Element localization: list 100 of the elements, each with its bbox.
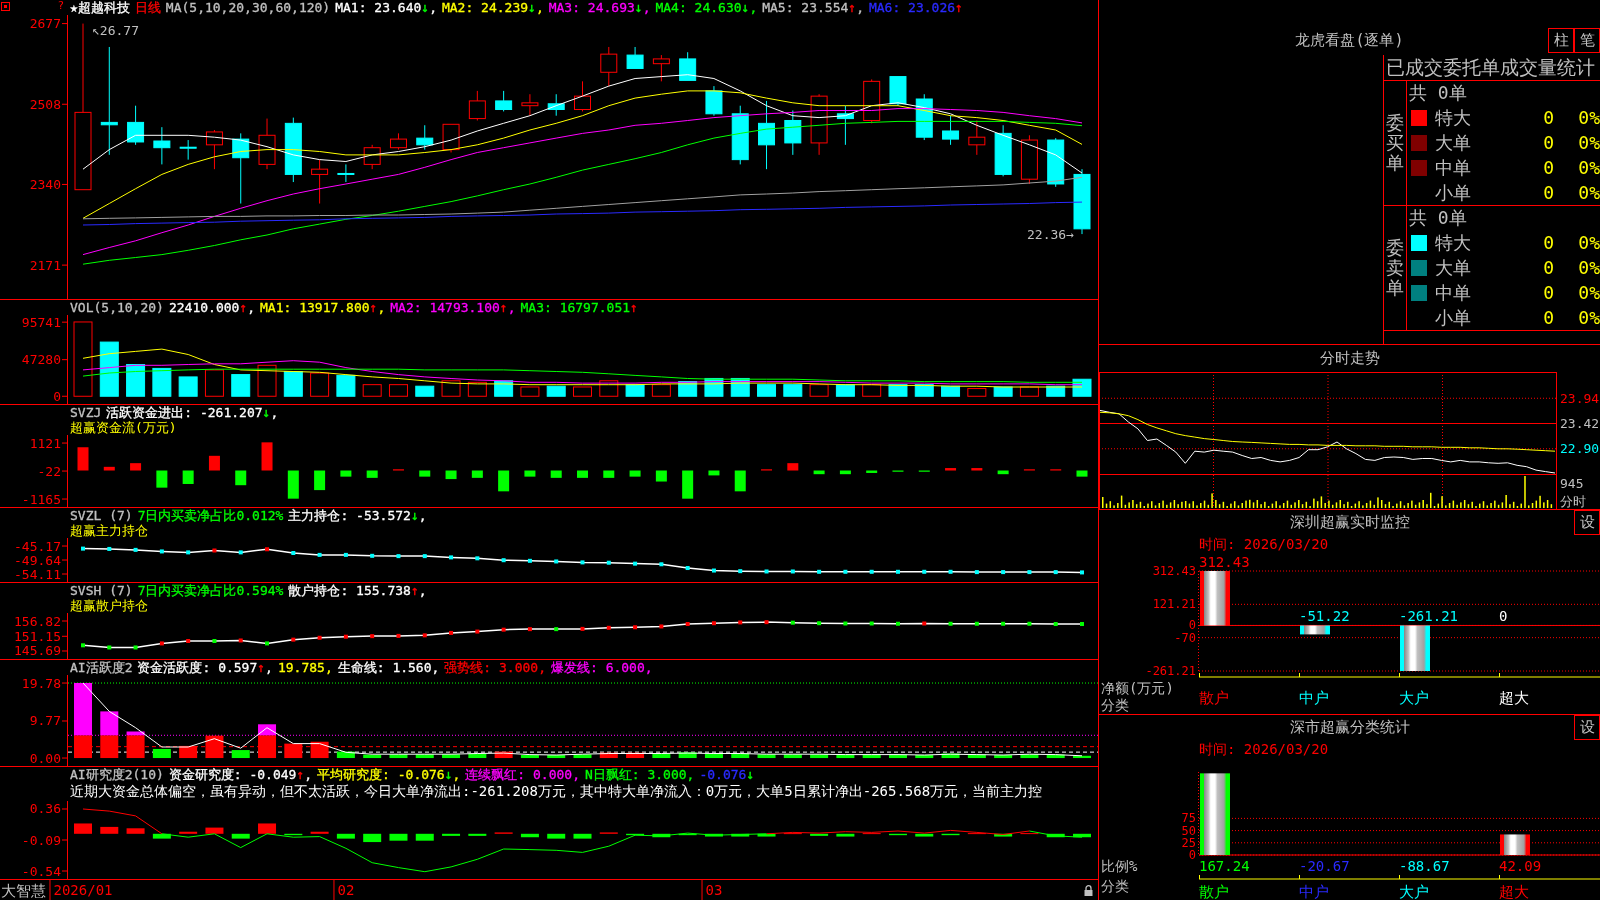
- axis-title: 比例%: [1101, 858, 1138, 874]
- indicator-label: -0.076↓: [699, 767, 755, 782]
- axis-tick-label: 156.82: [14, 613, 61, 629]
- indicator-label: 活跃资金进出: -261.207↓,: [106, 405, 279, 420]
- axis-tick-label: 312.43: [1152, 564, 1196, 578]
- axis-tick-label: 47280: [21, 352, 61, 368]
- axis-tick-label: 23.42: [1560, 416, 1600, 431]
- order-size-label: 中单: [1435, 155, 1471, 180]
- axis-tick-label: -0.09: [21, 832, 61, 848]
- axis-tick-label: -22: [37, 463, 61, 479]
- axis-tick-label: 0.36: [29, 801, 61, 817]
- axis-tick-label: -261.21: [1145, 664, 1196, 678]
- indicator-label: 22410.000↑,: [168, 300, 256, 315]
- indicator-label: MA3: 24.693↓,: [548, 0, 651, 15]
- date-label: 03: [705, 882, 723, 898]
- timestamp: 时间: 2026/03/20: [1199, 535, 1329, 553]
- order-size-label: 特大: [1435, 230, 1471, 255]
- axis-tick-label: -49.64: [14, 552, 61, 568]
- axis-title: 分类: [1101, 878, 1129, 894]
- category-label: 超大: [1499, 883, 1529, 899]
- axis-tick-label: -54.11: [14, 566, 61, 582]
- order-count: 0: [1543, 307, 1554, 328]
- category-label: 中户: [1299, 883, 1329, 899]
- timestamp: 时间: 2026/03/20: [1199, 740, 1329, 758]
- indicator-label: SVZJ: [70, 405, 102, 420]
- axis-tick-label: 19.78: [21, 675, 61, 691]
- volume-scale-label: 945: [1560, 476, 1584, 491]
- indicator-title: 超赢资金流(万元): [70, 420, 177, 435]
- indicator-label: 7日内买卖净占比0.012%: [137, 508, 284, 523]
- indicator-label: MA6: 23.026↑: [868, 0, 963, 15]
- axis-tick-label: 0: [1188, 848, 1196, 862]
- axis-tick-label: 145.69: [14, 643, 61, 659]
- axis-tick-label: 2171: [29, 257, 61, 273]
- axis-tick-label: 75: [1181, 811, 1196, 826]
- category-label: 中户: [1299, 689, 1329, 707]
- order-percent: 0%: [1578, 282, 1600, 303]
- value-label: -261.21: [1399, 608, 1458, 625]
- axis-tick-label: 0: [53, 388, 61, 404]
- value-label: 167.24: [1199, 858, 1250, 874]
- panel-title: 龙虎看盘(逐单): [1295, 31, 1404, 50]
- axis-tick-label: 151.15: [14, 628, 61, 644]
- indicator-label: MA2: 24.239↓,: [441, 0, 544, 15]
- value-label: -20.67: [1299, 858, 1350, 874]
- category-label: 大户: [1399, 689, 1429, 707]
- axis-tick-label: 95741: [21, 315, 61, 330]
- indicator-label: 7日内买卖净占比0.594%: [137, 583, 284, 598]
- order-count: 0: [1543, 132, 1554, 153]
- axis-tick-label: 9.77: [29, 713, 61, 729]
- indicator-label: AI活跃度2: [70, 660, 133, 675]
- panel-title: 深圳超赢实时监控: [1289, 513, 1410, 532]
- indicator-label: MA5: 23.554↑,: [762, 0, 864, 15]
- order-size-label: 小单: [1435, 305, 1471, 330]
- indicator-label: 19.785,: [277, 660, 333, 675]
- indicator-label: MA1: 23.640↓,: [335, 0, 437, 15]
- indicator-label: 生命线: 1.560,: [337, 660, 440, 675]
- indicator-label: SVSH (7): [70, 583, 133, 598]
- indicator-label: 日线: [134, 0, 161, 15]
- indicator-label: MA1: 13917.800↑,: [260, 300, 386, 315]
- axis-tick-label: 2340: [29, 176, 61, 192]
- indicator-label: N日飘红: 3.000,: [585, 767, 695, 782]
- axis-tick-label: -1165: [21, 491, 61, 507]
- category-label: 散户: [1199, 883, 1229, 899]
- total-count: 共 0单: [1409, 81, 1467, 105]
- indicator-title: 超赢散户持仓: [70, 598, 148, 613]
- order-percent: 0%: [1578, 107, 1600, 128]
- indicator-label: 爆发线: 6.000,: [551, 660, 653, 675]
- axis-tick-label: 22.90: [1560, 441, 1600, 457]
- order-size-label: 小单: [1435, 180, 1471, 205]
- indicator-label: MA2: 14793.100↑,: [390, 300, 516, 315]
- price-annotation: ↖26.77: [92, 22, 139, 38]
- order-count: 0: [1543, 257, 1554, 278]
- indicator-label: 主力持仓: -53.572↓,: [288, 508, 427, 523]
- indicator-label: 强势线: 3.000,: [444, 660, 546, 675]
- axis-tick-label: 23.94: [1560, 390, 1600, 406]
- order-percent: 0%: [1578, 257, 1600, 278]
- app-name: 大智慧: [1, 882, 46, 900]
- indicator-title: 超赢主力持仓: [70, 523, 148, 538]
- group-label: 委卖单: [1386, 238, 1404, 298]
- order-size-label: 大单: [1435, 130, 1471, 155]
- order-size-label: 特大: [1435, 105, 1471, 130]
- axis-tick-label: 121.21: [1152, 597, 1196, 612]
- indicator-label: 平均研究度: -0.076↓,: [317, 767, 461, 782]
- axis-tick-label: 25: [1181, 835, 1196, 850]
- table-title: 已成交委托单成交量统计: [1384, 55, 1600, 81]
- axis-title: 分类: [1101, 697, 1129, 713]
- indicator-label: VOL(5,10,20): [70, 300, 164, 315]
- axis-title: 净额(万元): [1101, 680, 1174, 696]
- indicator-label: 资金研究度: -0.049↑,: [168, 767, 313, 782]
- order-percent: 0%: [1578, 157, 1600, 178]
- axis-tick-label: 2508: [29, 96, 61, 112]
- order-count: 0: [1543, 182, 1554, 203]
- axis-tick-label: -70: [1174, 630, 1196, 645]
- order-percent: 0%: [1578, 182, 1600, 203]
- category-label: 散户: [1199, 689, 1229, 707]
- indicator-label: SVZL (7): [70, 508, 133, 523]
- value-label: 312.43: [1199, 554, 1250, 570]
- order-percent: 0%: [1578, 307, 1600, 328]
- indicator-label: ★超越科技: [70, 0, 130, 15]
- price-annotation: 22.36→: [1027, 227, 1074, 243]
- indicator-label: AI研究度2(10): [70, 767, 164, 782]
